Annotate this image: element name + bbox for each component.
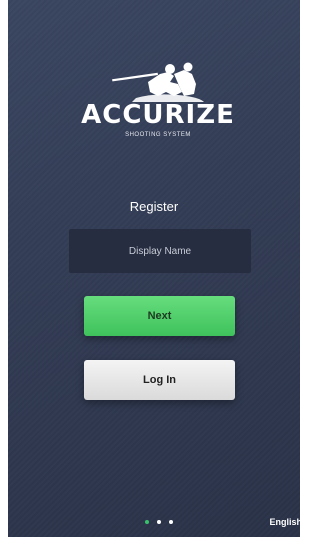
- page-title: Register: [129, 199, 179, 214]
- login-button[interactable]: Log In: [84, 360, 235, 400]
- hunter-silhouette-icon: [112, 62, 204, 102]
- brand-name: ACCURIZE: [81, 100, 235, 130]
- language-selector[interactable]: English: [269, 516, 300, 528]
- display-name-input[interactable]: [69, 229, 251, 273]
- page-indicator: [145, 518, 173, 526]
- registration-screen: ACCURIZE SHOOTING SYSTEM Register Next L…: [8, 0, 300, 537]
- page-dot-1[interactable]: [145, 520, 149, 524]
- brand-tagline: SHOOTING SYSTEM: [125, 132, 191, 138]
- next-button[interactable]: Next: [84, 296, 235, 336]
- brand-logo: ACCURIZE SHOOTING SYSTEM: [63, 62, 253, 152]
- page-dot-2[interactable]: [157, 520, 161, 524]
- page-dot-3[interactable]: [169, 520, 173, 524]
